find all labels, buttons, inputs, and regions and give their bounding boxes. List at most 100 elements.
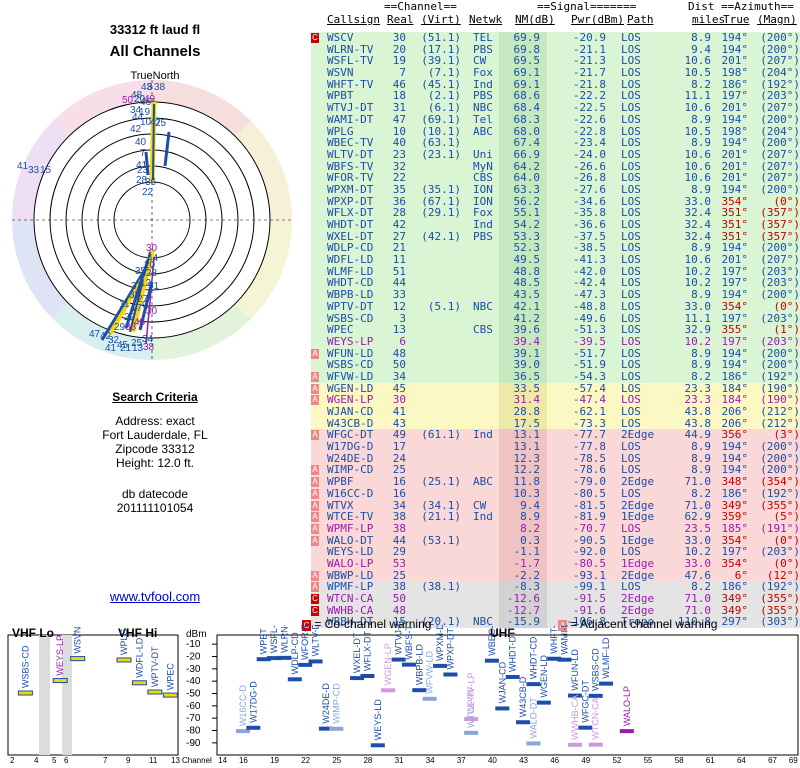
- spectrum-bar[interactable]: WPEC: [162, 663, 178, 698]
- spectrum-bar-label: WALO-LP: [622, 686, 632, 726]
- station-row[interactable]: WAMI-DT 47 (69.1) Tel 68.3 -22.6 LOS 8.9 194° (20…: [311, 114, 800, 126]
- station-row[interactable]: WJAN-CD 41 28.8 -62.1 LOS 43.8 206° (212°): [311, 406, 800, 418]
- spectrum-bar-mark: [298, 662, 313, 667]
- spectrum-bar[interactable]: W17DG-D: [246, 681, 261, 730]
- cell-tru: 351°: [721, 218, 749, 231]
- polar-channel-label: 51: [148, 281, 160, 292]
- station-row[interactable]: W17DG-D 17 13.1 -77.8 LOS 8.9 194° (200°): [311, 441, 800, 453]
- co-channel-warning-icon: C: [311, 594, 319, 604]
- cell-nm: 10.3: [513, 486, 541, 500]
- cell-tru: 185°: [721, 521, 749, 535]
- polar-channel-label: 40: [135, 137, 147, 148]
- spectrum-bar-label: WEYS-LD: [373, 699, 383, 741]
- cell-real: 12: [392, 299, 406, 313]
- cell-tru: 198°: [721, 66, 749, 80]
- adjacent-channel-warning-icon: A: [311, 430, 319, 441]
- spectrum-bar[interactable]: WLMF-LD: [599, 637, 614, 686]
- spectrum-bar-mark: [422, 696, 437, 701]
- cell-path: LOS: [621, 299, 641, 313]
- cell-nm: 13.1: [513, 440, 541, 454]
- station-row[interactable]: WDFL-LD 11 49.5 -41.3 LOS 10.6 201° (207°): [311, 254, 800, 266]
- spectrum-bar-label: WTCN-CA: [591, 697, 601, 740]
- station-row[interactable]: WLTV-DT 23 (23.1) Uni 66.9 -24.0 LOS 10.6 201° (2…: [311, 149, 800, 161]
- cell-real: 6: [399, 334, 406, 348]
- spectrum-bar-label: WAMI-DT: [560, 625, 570, 655]
- cell-pwr: -77.8: [572, 440, 606, 454]
- cell-nm: 54.2: [513, 218, 541, 231]
- adjacent-channel-warning-icon: A: [311, 512, 319, 523]
- spectrum-bar[interactable]: WEYS-LD: [370, 699, 385, 748]
- cell-mag: (212°): [760, 405, 800, 418]
- spectrum-bar[interactable]: WHDT-DT: [505, 630, 520, 679]
- adjacent-channel-warning-icon: A: [311, 395, 319, 406]
- station-row[interactable]: WPTV-DT 12 (5.1) NBC 42.1 -48.8 LOS 33.0 354° (0°…: [311, 301, 800, 313]
- col-header-miles: miles: [692, 13, 726, 26]
- cell-net: Ind: [473, 428, 493, 442]
- cell-dist: 10.2: [684, 334, 712, 348]
- cell-nm: 68.3: [513, 112, 541, 126]
- cell-call: WTCN-CA: [327, 592, 374, 605]
- station-row[interactable]: C WTCN-CA 50 -12.6 -91.5 2Edge 71.0 349° (355°): [311, 593, 800, 605]
- spectrum-bar-mark: [17, 690, 33, 696]
- cell-call: WALO-LP: [327, 556, 374, 570]
- search-criteria-heading: Search Criteria: [112, 390, 198, 404]
- col-header-true: True: [723, 13, 750, 26]
- cell-real: 23: [392, 147, 406, 161]
- cell-mag: (355°): [760, 592, 800, 605]
- cell-pwr: -27.6: [572, 182, 606, 196]
- spectrum-bar-mark: [329, 726, 344, 731]
- spectrum-bar-mark: [619, 729, 634, 734]
- y-tick-label: -60: [186, 701, 201, 712]
- cell-virt: (51.1): [421, 31, 461, 44]
- spectrum-bar[interactable]: WPMF-LP: [464, 673, 479, 722]
- adjacent-channel-warning-icon: A: [311, 488, 319, 499]
- polar-plot: 48438 3850 2049341944104742407412328362225…: [12, 80, 292, 360]
- spectrum-bar[interactable]: WSVN: [70, 627, 86, 662]
- spectrum-bar[interactable]: WDFL-LD: [131, 637, 147, 686]
- spectrum-bar[interactable]: WALO-LP: [619, 686, 634, 734]
- cell-mag: (192°): [760, 486, 800, 500]
- cell-mag: (192°): [760, 369, 800, 383]
- adjacent-channel-warning-icon: A: [311, 500, 319, 511]
- spectrum-bar[interactable]: WGEN-LD: [536, 655, 551, 705]
- cell-real: 34: [392, 369, 406, 383]
- station-row[interactable]: A W16CC-D 16 10.3 -80.5 LOS 8.2 186° (192°): [311, 488, 800, 500]
- station-row[interactable]: WEYS-LP 6 39.4 -39.5 LOS 10.2 197° (203°): [311, 336, 800, 348]
- x-tick-label: 69: [789, 756, 798, 765]
- cell-real: 17: [392, 440, 406, 454]
- station-row[interactable]: WHDT-DT 42 Ind 54.2 -36.6 LOS 32.4 351° (357°): [311, 219, 800, 231]
- cell-mag: (204°): [760, 66, 800, 80]
- spectrum-bar[interactable]: WIMP-CD: [329, 683, 344, 731]
- station-row[interactable]: A WPMF-LP 38 8.2 -70.7 LOS 23.5 185° (191°): [311, 523, 800, 535]
- cell-call: WJAN-CD: [327, 405, 374, 418]
- station-row[interactable]: WSVN 7 (7.1) Fox 69.1 -21.7 LOS 10.5 198° (204°): [311, 67, 800, 79]
- station-row[interactable]: WPXM-DT 35 (35.1) ION 63.3 -27.6 LOS 8.9 194° (20…: [311, 184, 800, 196]
- adjacent-channel-warning-icon: A: [311, 371, 319, 382]
- spectrum-bar[interactable]: WPLG: [116, 628, 132, 663]
- polar-channel-label: 38: [125, 322, 137, 333]
- spectrum-bar[interactable]: WBEC-TV: [484, 625, 499, 663]
- cell-mag: (200°): [760, 182, 800, 196]
- spectrum-bar-mark: [526, 741, 541, 746]
- polar-channel-label: 41: [105, 343, 117, 354]
- cell-pwr: -20.9: [572, 31, 606, 44]
- station-row[interactable]: A WFVW-LD 34 36.5 -54.3 LOS 8.2 186° (192°): [311, 371, 800, 383]
- spectrum-bar-mark: [131, 680, 147, 686]
- spectrum-bar-label: W16CC-D: [238, 685, 248, 727]
- spectrum-bar[interactable]: WLTV-DT: [308, 625, 323, 664]
- polar-channel-label: 15: [40, 165, 52, 176]
- spectrum-bar-label: WWHB-CA: [570, 695, 580, 740]
- cell-mag: (200°): [760, 440, 800, 454]
- cell-real: 30: [392, 31, 406, 44]
- spectrum-bar[interactable]: WPTV-DT: [147, 646, 163, 695]
- spectrum-bar[interactable]: WEYS-LP: [52, 635, 68, 684]
- spectrum-bar[interactable]: WSBS-CD: [17, 645, 33, 696]
- spectrum-chart: VHF Lo VHF Hi UHFdBm-10-20-30-40-50-60-70-…: [7, 625, 799, 765]
- spectrum-bar[interactable]: WFLX-DT: [360, 630, 375, 678]
- spectrum-bar[interactable]: WTCN-CA: [588, 697, 603, 747]
- station-row[interactable]: C WSCV 30 (51.1) TEL 69.9 -20.9 LOS 8.9 194° (200°…: [311, 32, 800, 44]
- tvfool-link[interactable]: www.tvfool.com: [0, 589, 310, 604]
- station-row[interactable]: WALO-LP 53 -1.7 -80.5 1Edge 33.0 354° (0°): [311, 558, 800, 570]
- x-tick-label: 2: [10, 756, 15, 765]
- spectrum-bar[interactable]: WPXP-DT: [443, 628, 458, 677]
